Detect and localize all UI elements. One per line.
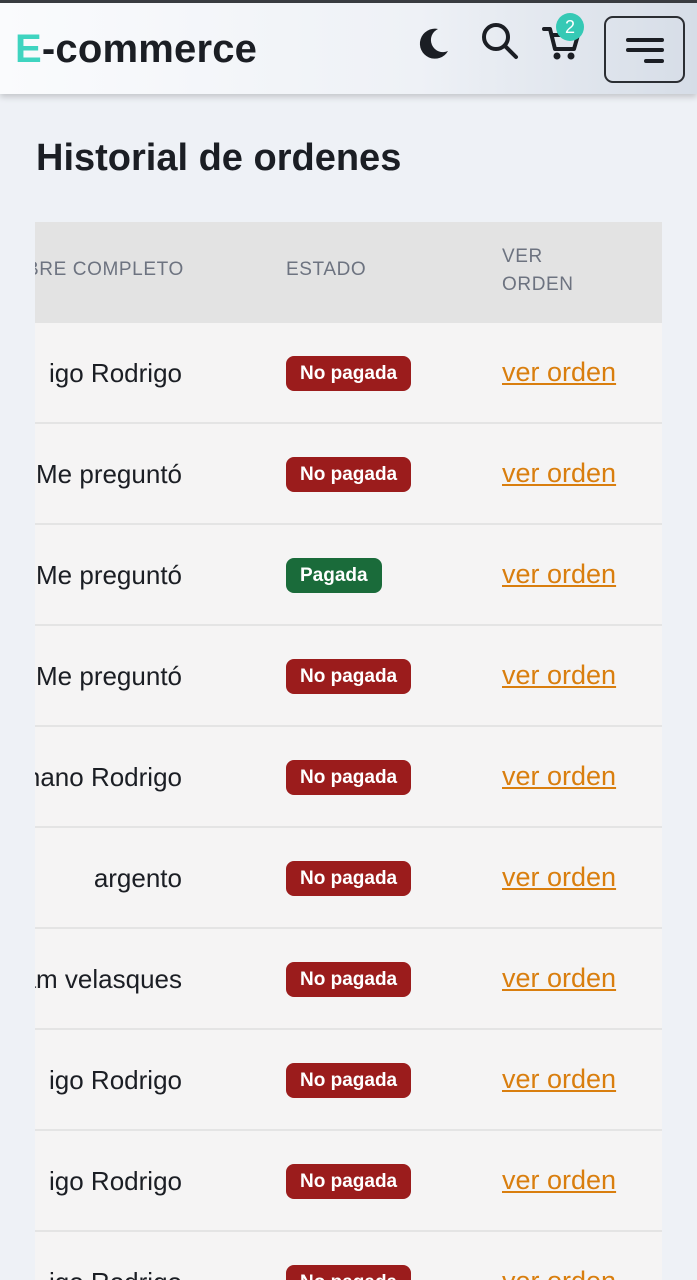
table-header: BRE COMPLETO ESTADO VER ORDEN [35,222,662,323]
moon-icon[interactable] [414,25,452,63]
status-badge: No pagada [286,1265,412,1280]
table-row: igo Rodrigo No pagada ver orden [35,323,662,424]
status-badge: No pagada [286,1063,412,1098]
table-row: Me preguntó No pagada ver orden [35,424,662,525]
view-order-link[interactable]: ver orden [502,557,616,591]
status-badge: No pagada [286,659,412,694]
table-row: argento No pagada ver orden [35,828,662,929]
status-badge: No pagada [286,760,412,795]
cart-count-badge: 2 [556,13,584,41]
menu-icon-line [644,59,664,63]
menu-icon-line [626,48,664,52]
customer-name: Me preguntó [36,661,182,691]
view-order-link[interactable]: ver orden [502,355,616,389]
status-badge: No pagada [286,962,412,997]
customer-name: igo Rodrigo [49,1265,182,1280]
customer-name: nano Rodrigo [35,762,182,792]
column-header-name: BRE COMPLETO [35,259,184,280]
table-row: am velasques No pagada ver orden [35,929,662,1030]
customer-name: Me preguntó [36,560,182,590]
customer-name: am velasques [35,964,182,994]
view-order-link[interactable]: ver orden [502,456,616,490]
table-row: igo Rodrigo No pagada ver orden [35,1131,662,1232]
search-icon[interactable] [479,20,521,62]
status-badge: Pagada [286,558,382,593]
view-order-link[interactable]: ver orden [502,860,616,894]
status-badge: No pagada [286,861,412,896]
page-title: Historial de ordenes [36,137,402,179]
table-row: igo Rodrigo No pagada ver orden [35,1232,662,1280]
customer-name: igo Rodrigo [49,358,182,388]
table-row: igo Rodrigo No pagada ver orden [35,1030,662,1131]
brand-logo[interactable]: E-commerce [15,25,257,73]
customer-name: argento [93,863,182,893]
column-header-status: ESTADO [286,259,367,280]
orders-table[interactable]: BRE COMPLETO ESTADO VER ORDEN igo Rodrig… [35,222,662,1280]
status-badge: No pagada [286,356,412,391]
menu-icon [626,38,664,42]
customer-name: igo Rodrigo [49,1065,182,1095]
view-order-link[interactable]: ver orden [502,1163,616,1197]
table-row: nano Rodrigo No pagada ver orden [35,727,662,828]
view-order-link[interactable]: ver orden [502,759,616,793]
brand-text: -commerce [41,27,258,71]
view-order-link[interactable]: ver orden [502,1062,616,1096]
column-header-view: VER ORDEN [502,246,574,295]
customer-name: igo Rodrigo [49,1166,182,1196]
status-badge: No pagada [286,1164,412,1199]
view-order-link[interactable]: ver orden [502,1264,616,1280]
top-navbar: E-commerce 2 [0,3,697,94]
table-row: Me preguntó No pagada ver orden [35,626,662,727]
view-order-link[interactable]: ver orden [502,658,616,692]
table-row: Me preguntó Pagada ver orden [35,525,662,626]
status-badge: No pagada [286,457,412,492]
view-order-link[interactable]: ver orden [502,961,616,995]
customer-name: Me preguntó [36,459,182,489]
menu-button[interactable] [604,16,685,83]
brand-letter: E [15,27,42,71]
